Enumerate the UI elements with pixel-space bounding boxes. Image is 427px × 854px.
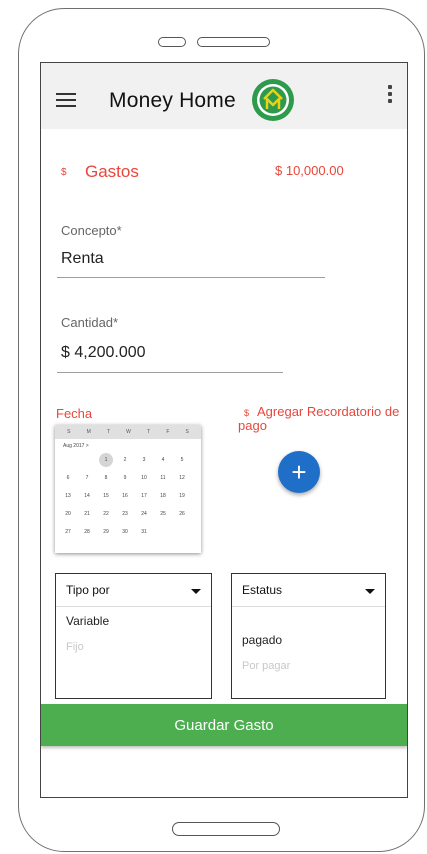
weekday-label: T [147, 429, 151, 435]
calendar-day[interactable]: 12 [175, 471, 189, 485]
type-dropdown-label: Tipo por [66, 583, 110, 597]
weekday-label: S [185, 429, 189, 435]
calendar-day[interactable]: 4 [156, 453, 170, 467]
earpiece-speaker [197, 37, 270, 47]
calendar-day[interactable]: 14 [80, 489, 94, 503]
date-label: Fecha [56, 406, 93, 421]
calendar-day[interactable]: 30 [118, 525, 132, 539]
date-picker[interactable]: SMTWTFS Aug 2017 > 1 2 3 4 5 6 7 8 9 10 11 12 13 14 15… [55, 425, 201, 553]
save-expense-button[interactable]: Guardar Gasto [41, 704, 407, 746]
calendar-day[interactable]: 22 [99, 507, 113, 521]
calendar-weekdays: SMTWTFS [55, 425, 201, 439]
calendar-day[interactable]: 10 [137, 471, 151, 485]
status-dropdown[interactable]: Estatus pagado Por pagar [231, 573, 386, 699]
money-home-logo-icon [252, 79, 294, 121]
calendar-day[interactable]: 20 [61, 507, 75, 521]
add-reminder-label: Agregar Recordatorio de pago [238, 404, 400, 433]
calendar-day[interactable]: 9 [118, 471, 132, 485]
calendar-day[interactable]: 31 [137, 525, 151, 539]
more-options-icon[interactable] [387, 85, 393, 107]
calendar-day[interactable]: 19 [175, 489, 189, 503]
weekday-label: W [126, 429, 131, 435]
calendar-day[interactable]: 3 [137, 453, 151, 467]
status-option-pending[interactable]: Por pagar [232, 647, 385, 672]
status-dropdown-header[interactable]: Estatus [232, 574, 385, 607]
calendar-day[interactable]: 8 [99, 471, 113, 485]
weekday-label: F [166, 429, 170, 435]
calendar-day[interactable]: 7 [80, 471, 94, 485]
calendar-day[interactable]: 1 [99, 453, 113, 467]
status-dropdown-label: Estatus [242, 583, 283, 597]
dollar-icon: $ [61, 167, 67, 178]
calendar-day[interactable]: 11 [156, 471, 170, 485]
plus-icon: + [291, 456, 307, 487]
calendar-day[interactable]: 5 [175, 453, 189, 467]
amount-underline [57, 372, 283, 373]
calendar-day[interactable]: 29 [99, 525, 113, 539]
calendar-day[interactable]: 13 [61, 489, 75, 503]
calendar-day[interactable]: 23 [118, 507, 132, 521]
caret-down-icon [191, 589, 201, 594]
calendar-day[interactable]: 25 [156, 507, 170, 521]
calendar-day[interactable]: 16 [118, 489, 132, 503]
app-screen: Money Home $ Gastos $ 10,000.00 Concepto… [40, 62, 408, 798]
weekday-label: T [106, 429, 110, 435]
caret-down-icon [365, 589, 375, 594]
add-reminder-button[interactable]: + [278, 451, 320, 493]
amount-input[interactable]: $ 4,200.000 [61, 344, 146, 362]
weekday-label: M [86, 429, 91, 435]
calendar-day[interactable]: 18 [156, 489, 170, 503]
type-dropdown[interactable]: Tipo por Variable Fijo [55, 573, 212, 699]
type-option-fixed[interactable]: Fijo [56, 628, 211, 653]
weekday-label: S [67, 429, 71, 435]
calendar-day[interactable]: 28 [80, 525, 94, 539]
concept-label: Concepto* [61, 223, 122, 238]
concept-input[interactable]: Renta [61, 250, 104, 268]
status-option-paid[interactable]: pagado [232, 607, 385, 647]
type-dropdown-header[interactable]: Tipo por [56, 574, 211, 607]
concept-underline [57, 277, 325, 278]
app-title: Money Home [109, 89, 236, 112]
expenses-title: Gastos [85, 162, 139, 181]
amount-label: Cantidad* [61, 315, 119, 330]
type-option-variable[interactable]: Variable [56, 607, 211, 628]
front-camera [158, 37, 186, 47]
calendar-day[interactable]: 2 [118, 453, 132, 467]
expenses-total: $ 10,000.00 [275, 163, 344, 178]
calendar-day[interactable]: 17 [137, 489, 151, 503]
calendar-day[interactable]: 6 [61, 471, 75, 485]
calendar-day[interactable]: 24 [137, 507, 151, 521]
calendar-month[interactable]: Aug 2017 > [55, 439, 201, 453]
app-bar: Money Home [41, 63, 407, 129]
menu-icon[interactable] [56, 93, 76, 107]
calendar-day[interactable]: 27 [61, 525, 75, 539]
calendar-day[interactable]: 15 [99, 489, 113, 503]
home-button[interactable] [172, 822, 280, 836]
calendar-day[interactable]: 21 [80, 507, 94, 521]
calendar-day[interactable]: 26 [175, 507, 189, 521]
